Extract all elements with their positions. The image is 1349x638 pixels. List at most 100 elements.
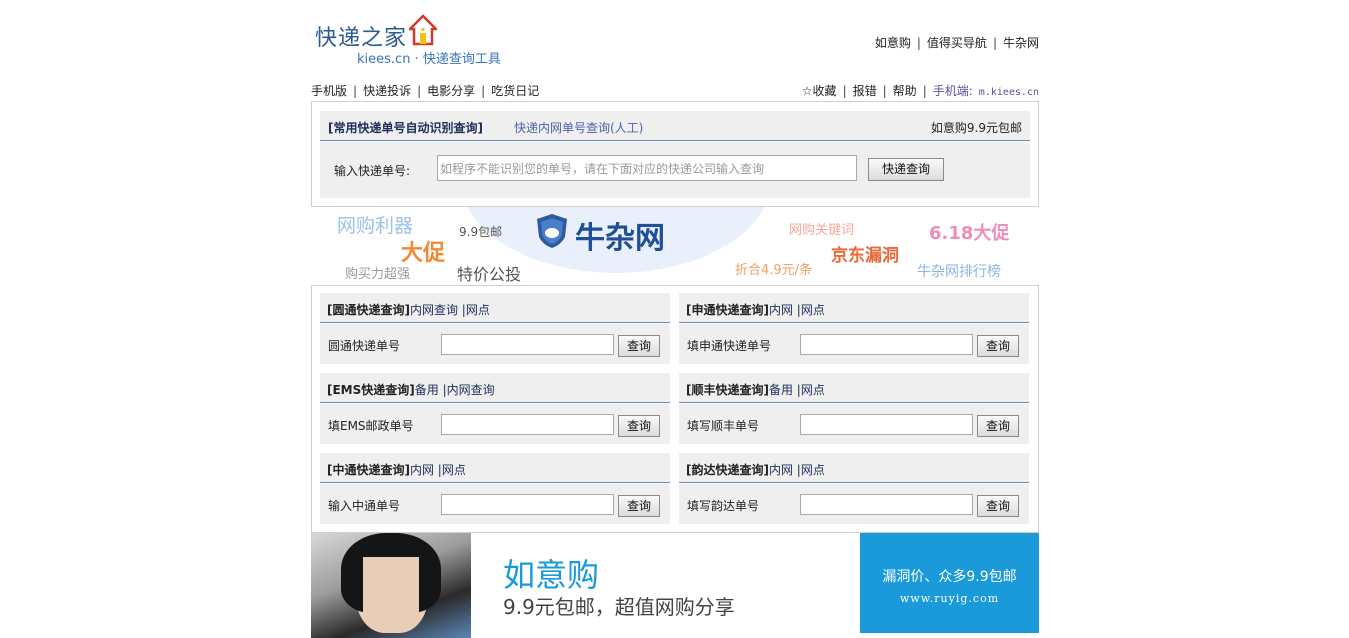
tracking-number-input[interactable]: 如程序不能识别您的单号，请在下面对应的快递公司输入查询 bbox=[437, 155, 857, 181]
card-sublinks[interactable]: 备用 |内网查询 bbox=[415, 383, 495, 397]
yunda-query-button[interactable]: 查询 bbox=[977, 495, 1019, 517]
top-links: 如意购 | 值得买导航 | 牛杂网 bbox=[875, 34, 1039, 51]
express-card-yuantong: [圆通快递查询]内网查询 |网点 圆通快递单号 查询 bbox=[320, 293, 670, 364]
ad-title: 如意购 bbox=[503, 556, 600, 594]
ad-photo bbox=[311, 533, 471, 638]
shunfeng-tracking-input[interactable] bbox=[800, 414, 973, 435]
express-query-button[interactable]: 快递查询 bbox=[868, 158, 944, 181]
card-body: 填写韵达单号 查询 bbox=[679, 484, 1029, 524]
nav-mobile-version[interactable]: 手机版 bbox=[311, 84, 347, 98]
separator: | bbox=[922, 84, 927, 98]
niuza-banner[interactable]: 网购利器 大促 9.9包邮 购买力超强 特价公投 牛杂网 网购关键词 京东漏洞 … bbox=[311, 207, 1039, 285]
tab-auto-detect[interactable]: [常用快递单号自动识别查询] bbox=[328, 119, 483, 136]
card-label: 填申通快递单号 bbox=[687, 339, 772, 353]
ems-tracking-input[interactable] bbox=[441, 414, 614, 435]
express-grid: [圆通快递查询]内网查询 |网点 圆通快递单号 查询 [申通快递查询]内网 |网… bbox=[311, 285, 1039, 533]
express-card-yunda: [韵达快递查询]内网 |网点 填写韵达单号 查询 bbox=[679, 453, 1029, 524]
banner-tag: 牛杂网排行榜 bbox=[917, 264, 1001, 280]
separator: | bbox=[916, 36, 921, 50]
shunfeng-query-button[interactable]: 查询 bbox=[977, 415, 1019, 437]
express-card-shunfeng: [顺丰快递查询]备用 |网点 填写顺丰单号 查询 bbox=[679, 373, 1029, 444]
query-body: 输入快递单号: 如程序不能识别您的单号，请在下面对应的快递公司输入查询 快递查询 bbox=[320, 142, 1030, 198]
ad-slogan: 9.9元包邮，超值网购分享 bbox=[503, 595, 735, 619]
card-label: 圆通快递单号 bbox=[328, 339, 401, 353]
ad-side-text: 漏洞价、众多9.9包邮 bbox=[882, 569, 1017, 585]
express-card-ems: [EMS快递查询]备用 |内网查询 填EMS邮政单号 查询 bbox=[320, 373, 670, 444]
card-body: 输入中通单号 查询 bbox=[320, 484, 670, 524]
promo-link[interactable]: 如意购9.9元包邮 bbox=[931, 119, 1022, 136]
banner-tag: 网购关键词 bbox=[789, 223, 855, 238]
nav-favorite[interactable]: ☆收藏 bbox=[802, 84, 837, 98]
card-sublinks[interactable]: 备用 |网点 bbox=[769, 383, 825, 397]
card-label: 填写顺丰单号 bbox=[687, 419, 760, 433]
site-logo[interactable]: 快递之家 kiees.cn · 快递查询工具 bbox=[315, 14, 515, 68]
card-label: 输入中通单号 bbox=[328, 499, 401, 513]
tracking-number-label: 输入快递单号: bbox=[334, 164, 411, 178]
nav-foodie-diary[interactable]: 吃货日记 bbox=[491, 84, 539, 98]
card-header: [申通快递查询]内网 |网点 bbox=[679, 293, 1029, 323]
card-body: 填EMS邮政单号 查询 bbox=[320, 404, 670, 444]
zhongtong-query-button[interactable]: 查询 bbox=[618, 495, 660, 517]
banner-tag: 特价公投 bbox=[457, 265, 522, 284]
yunda-tracking-input[interactable] bbox=[800, 494, 973, 515]
express-card-zhongtong: [中通快递查询]内网 |网点 输入中通单号 查询 bbox=[320, 453, 670, 524]
express-card-shentong: [申通快递查询]内网 |网点 填申通快递单号 查询 bbox=[679, 293, 1029, 364]
shentong-query-button[interactable]: 查询 bbox=[977, 335, 1019, 357]
tab-manual-query[interactable]: 快递内网单号查询(人工) bbox=[514, 119, 643, 136]
card-title-link[interactable]: [中通快递查询] bbox=[327, 463, 410, 477]
nav-movie-share[interactable]: 电影分享 bbox=[427, 84, 475, 98]
card-header: [EMS快递查询]备用 |内网查询 bbox=[320, 373, 670, 403]
top-link-zhidemai[interactable]: 值得买导航 bbox=[927, 36, 987, 50]
card-body: 填申通快递单号 查询 bbox=[679, 324, 1029, 364]
banner-tag: 京东漏洞 bbox=[831, 246, 899, 266]
query-header: [常用快递单号自动识别查询] 快递内网单号查询(人工) 如意购9.9元包邮 bbox=[320, 111, 1030, 141]
nav-left: 手机版 | 快递投诉 | 电影分享 | 吃货日记 bbox=[311, 82, 539, 99]
separator: | bbox=[882, 84, 887, 98]
card-header: [圆通快递查询]内网查询 |网点 bbox=[320, 293, 670, 323]
card-sublinks[interactable]: 内网 |网点 bbox=[769, 303, 825, 317]
separator: | bbox=[481, 84, 486, 98]
card-label: 填EMS邮政单号 bbox=[328, 419, 414, 433]
card-title-link[interactable]: [韵达快递查询] bbox=[686, 463, 769, 477]
card-sublinks[interactable]: 内网 |网点 bbox=[769, 463, 825, 477]
mobile-url-link[interactable]: m.kiees.cn bbox=[979, 87, 1039, 98]
yuantong-tracking-input[interactable] bbox=[441, 334, 614, 355]
card-body: 圆通快递单号 查询 bbox=[320, 324, 670, 364]
separator: | bbox=[353, 84, 358, 98]
card-title-link[interactable]: [申通快递查询] bbox=[686, 303, 769, 317]
main-query-panel: [常用快递单号自动识别查询] 快递内网单号查询(人工) 如意购9.9元包邮 输入… bbox=[311, 101, 1039, 207]
card-title-link[interactable]: [顺丰快递查询] bbox=[686, 383, 769, 397]
nav-report-error[interactable]: 报错 bbox=[853, 84, 877, 98]
card-header: [中通快递查询]内网 |网点 bbox=[320, 453, 670, 483]
top-link-ruyigou[interactable]: 如意购 bbox=[875, 36, 911, 50]
shentong-tracking-input[interactable] bbox=[800, 334, 973, 355]
banner-tag: 6.18大促 bbox=[929, 223, 1010, 244]
card-title-link[interactable]: [EMS快递查询] bbox=[327, 383, 415, 397]
banner-tag: 网购利器 bbox=[337, 215, 414, 237]
ruyigou-ad-banner[interactable]: 如意购 9.9元包邮，超值网购分享 漏洞价、众多9.9包邮 www.ruyig.… bbox=[311, 533, 1039, 638]
yuantong-query-button[interactable]: 查询 bbox=[618, 335, 660, 357]
ems-query-button[interactable]: 查询 bbox=[618, 415, 660, 437]
card-header: [韵达快递查询]内网 |网点 bbox=[679, 453, 1029, 483]
logo-subtitle: kiees.cn · 快递查询工具 bbox=[357, 52, 501, 67]
card-sublinks[interactable]: 内网 |网点 bbox=[410, 463, 466, 477]
shield-icon bbox=[537, 214, 567, 248]
banner-tag: 购买力超强 bbox=[345, 267, 411, 282]
nav-complaint[interactable]: 快递投诉 bbox=[363, 84, 411, 98]
banner-tag: 9.9包邮 bbox=[459, 225, 503, 239]
top-link-niuza[interactable]: 牛杂网 bbox=[1003, 36, 1039, 50]
card-title-link[interactable]: [圆通快递查询] bbox=[327, 303, 410, 317]
house-icon bbox=[409, 14, 437, 46]
zhongtong-tracking-input[interactable] bbox=[441, 494, 614, 515]
ad-side-url: www.ruyig.com bbox=[899, 592, 1000, 605]
card-body: 填写顺丰单号 查询 bbox=[679, 404, 1029, 444]
banner-brand: 牛杂网 bbox=[575, 221, 665, 256]
mobile-label: 手机端: bbox=[932, 84, 973, 98]
separator: | bbox=[417, 84, 422, 98]
nav-help[interactable]: 帮助 bbox=[893, 84, 917, 98]
card-sublinks[interactable]: 内网查询 |网点 bbox=[410, 303, 490, 317]
nav-bar: 手机版 | 快递投诉 | 电影分享 | 吃货日记 ☆收藏 | 报错 | 帮助 | 手机端: m.kiees… bbox=[311, 82, 1039, 98]
separator: | bbox=[992, 36, 997, 50]
nav-right: ☆收藏 | 报错 | 帮助 | 手机端: m.kiees.cn bbox=[802, 82, 1039, 99]
separator: | bbox=[842, 84, 847, 98]
